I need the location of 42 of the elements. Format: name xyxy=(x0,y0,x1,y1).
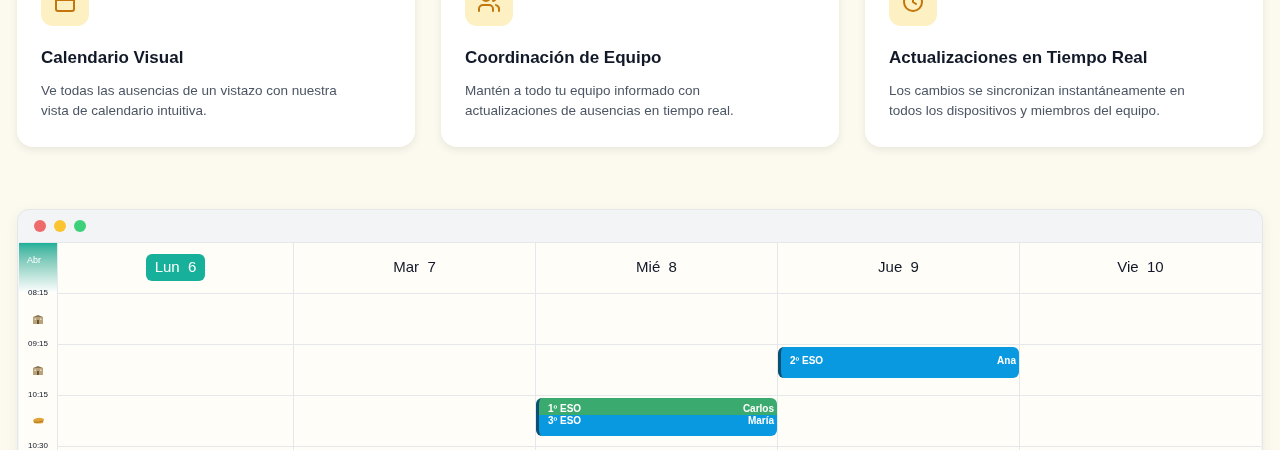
calendar-cell[interactable] xyxy=(293,292,535,344)
calendar-cell[interactable] xyxy=(1019,292,1261,344)
school-icon xyxy=(33,314,43,324)
calendar-cell[interactable] xyxy=(293,343,535,395)
day-header[interactable]: Mar 7 xyxy=(384,254,445,281)
day-header[interactable]: Jue 9 xyxy=(869,254,928,281)
event-block[interactable]: 3º ESO María xyxy=(536,414,777,436)
time-label: 10:30 xyxy=(28,441,48,450)
calendar-cell[interactable] xyxy=(777,394,1019,446)
calendar-cell[interactable] xyxy=(1019,394,1261,446)
feature-description: Mantén a todo tu equipo informado con actualizaciones de ausencias en tiempo real. xyxy=(465,81,735,120)
event-person: María xyxy=(747,415,774,425)
calendar-cell[interactable] xyxy=(57,292,293,344)
calendar-cell[interactable]: 2º ESO Ana xyxy=(777,343,1019,395)
calendar-cell[interactable] xyxy=(777,292,1019,344)
feature-description: Ve todas las ausencias de un vistazo con nuestra vista de calendario intuitiva. xyxy=(41,81,338,120)
school-icon xyxy=(33,365,43,375)
feature-title: Coordinación de Equipo xyxy=(465,47,663,69)
calendar-cell[interactable] xyxy=(57,394,293,446)
event-person: Ana xyxy=(997,355,1016,365)
day-header[interactable]: Vie 10 xyxy=(1108,254,1173,281)
feature-title: Calendario Visual xyxy=(41,47,185,69)
event-group: 1º ESO xyxy=(548,403,582,413)
calendar-cell[interactable] xyxy=(293,394,535,446)
calendar-cell[interactable]: 1º ESO Carlos 3º ESO María xyxy=(535,394,777,446)
feature-description: Los cambios se sincronizan instantáneamente en todos los dispositivos y miembros del equipo. xyxy=(889,81,1186,120)
feature-title: Actualizaciones en Tiempo Real xyxy=(889,47,1149,69)
time-label: 09:15 xyxy=(28,339,48,348)
event-block[interactable]: 2º ESO Ana xyxy=(778,346,1019,378)
day-header[interactable]: Lun 6 xyxy=(145,254,206,281)
event-block[interactable]: 1º ESO Carlos xyxy=(536,397,777,415)
event-group: 3º ESO xyxy=(548,415,582,425)
calendar-cell[interactable] xyxy=(535,292,777,344)
bread-icon xyxy=(32,416,44,424)
calendar-cell[interactable] xyxy=(535,343,777,395)
time-label: 10:15 xyxy=(28,390,48,399)
event-person: Carlos xyxy=(742,403,774,413)
calendar-cell[interactable] xyxy=(1019,343,1261,395)
time-label: 08:15 xyxy=(28,288,48,297)
day-header[interactable]: Mié 8 xyxy=(627,254,686,281)
calendar-cell[interactable] xyxy=(57,343,293,395)
event-group: 2º ESO xyxy=(790,355,824,365)
